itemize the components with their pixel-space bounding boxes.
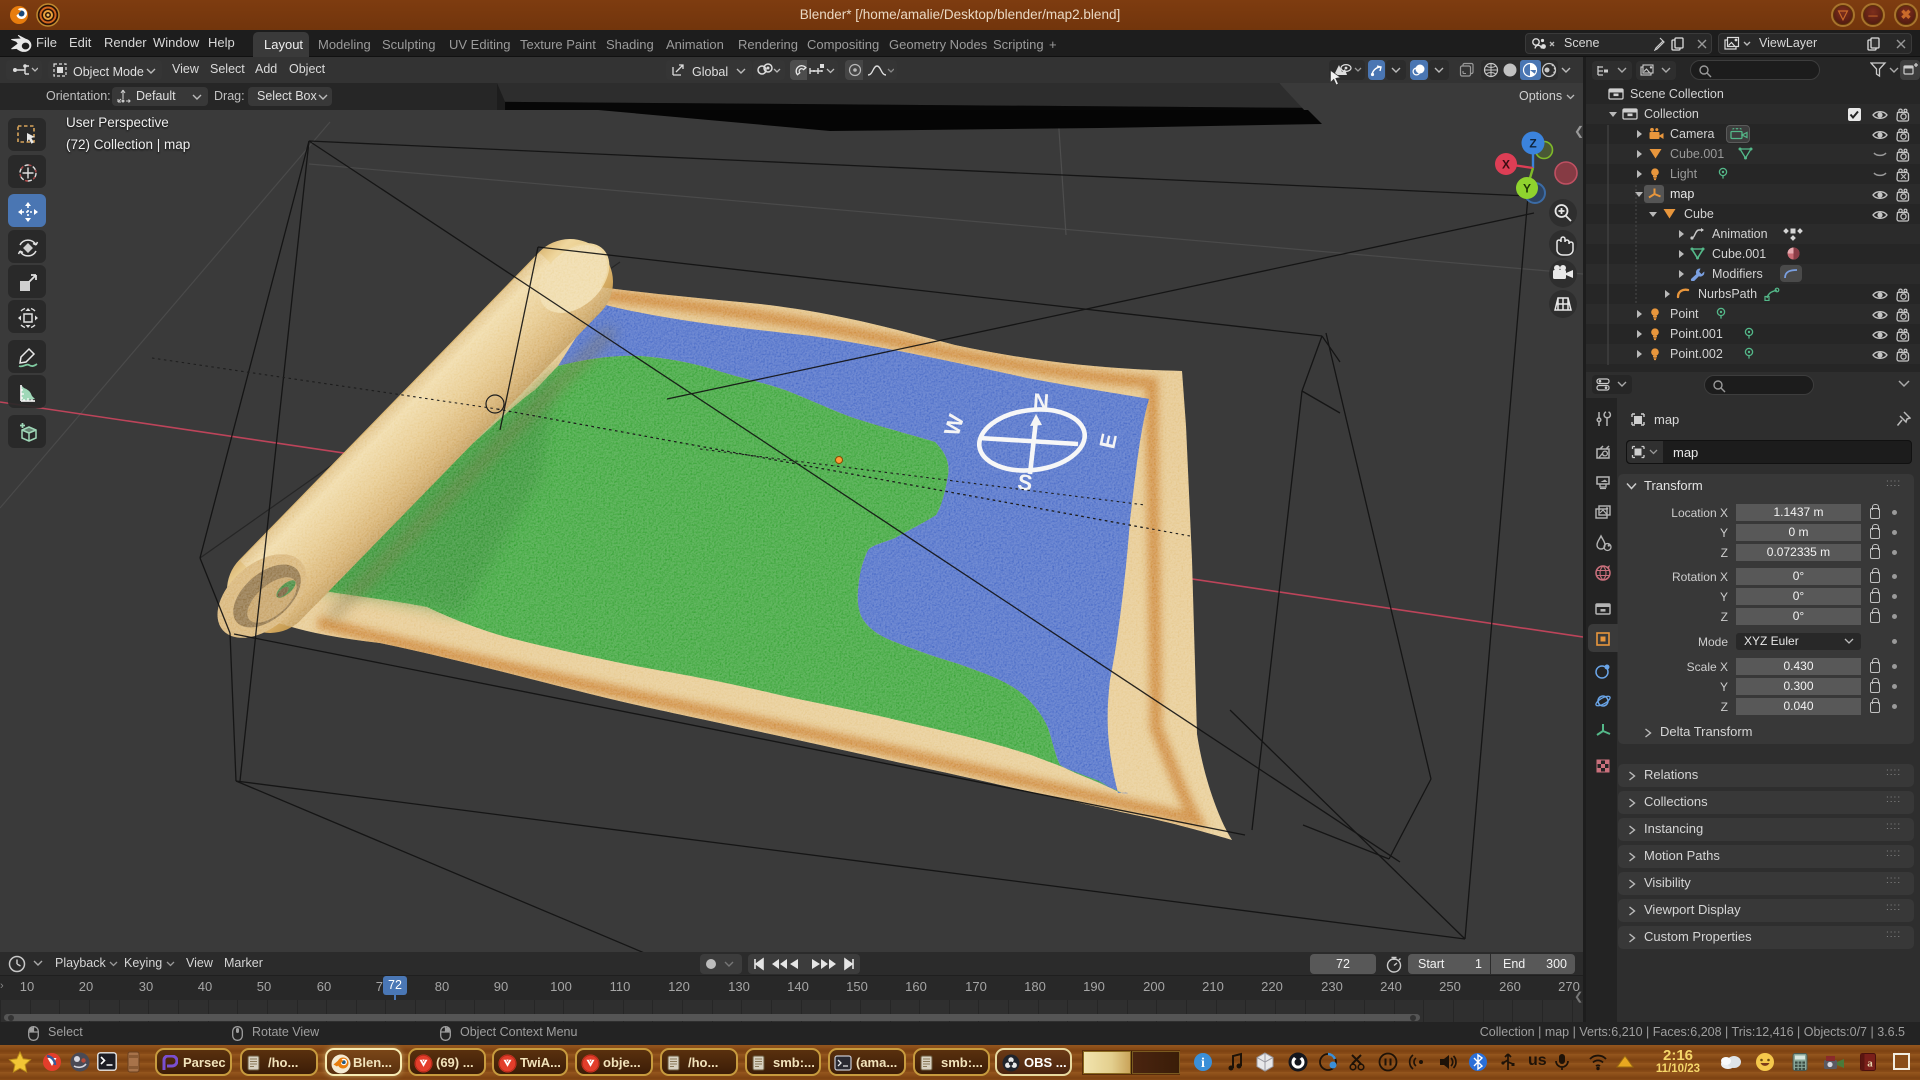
svg-text:X: X	[1502, 158, 1510, 172]
svg-text:Y: Y	[1523, 182, 1531, 196]
svg-text:a: a	[1867, 1058, 1873, 1070]
svg-text:i: i	[1201, 1056, 1205, 1071]
svg-text:Z: Z	[1529, 137, 1536, 151]
